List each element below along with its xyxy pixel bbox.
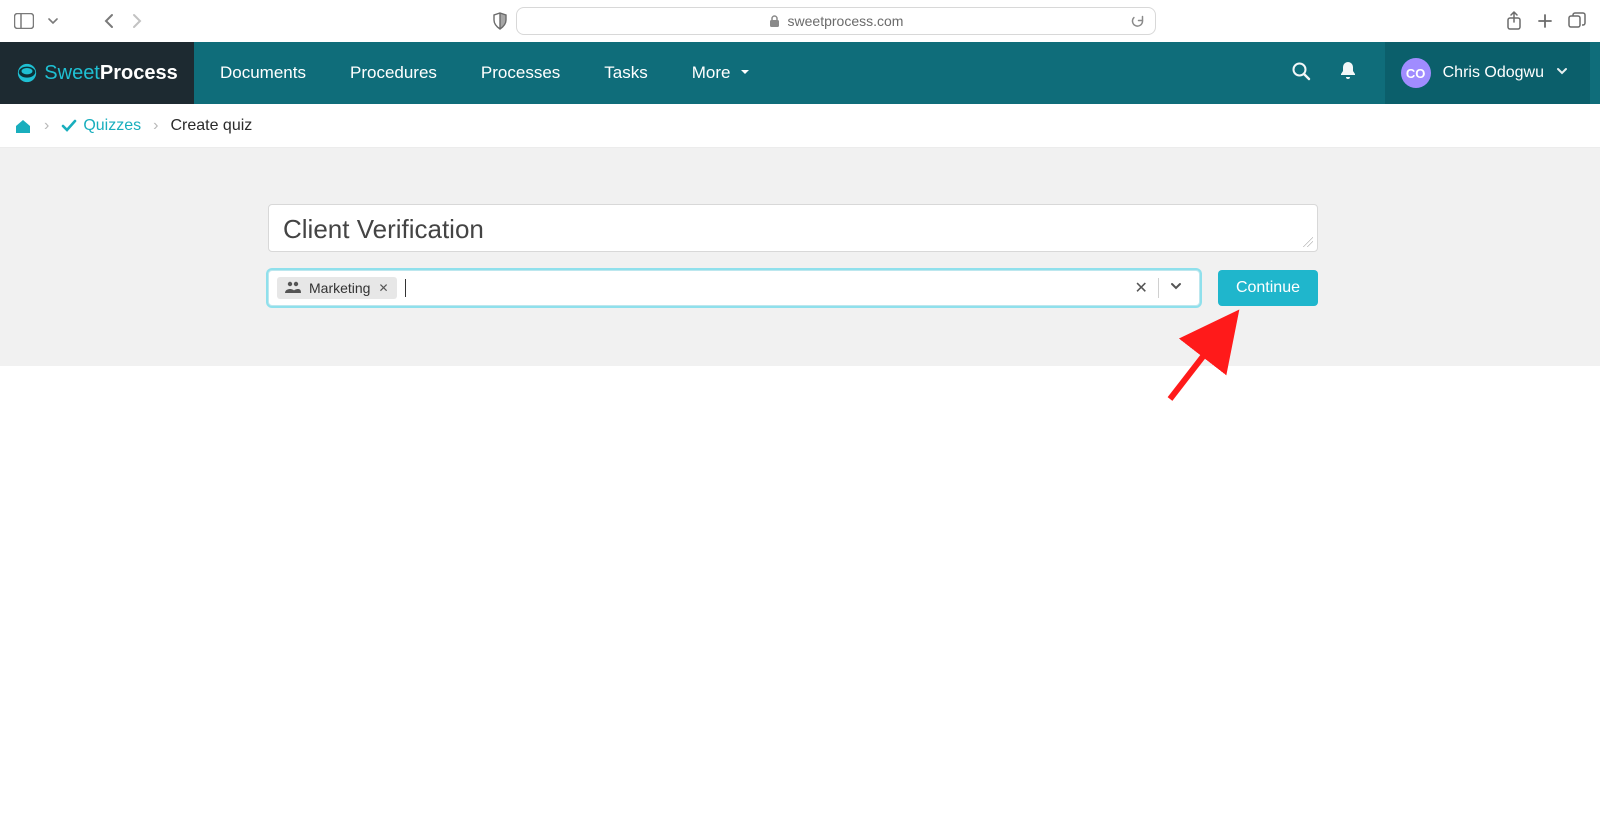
- nav-more[interactable]: More: [692, 63, 751, 83]
- nav-documents[interactable]: Documents: [220, 63, 306, 83]
- breadcrumb-current: Create quiz: [170, 117, 252, 135]
- logo-text-sweet: Sweet: [44, 62, 100, 84]
- browser-toolbar: sweetprocess.com: [0, 0, 1600, 42]
- caret-down-icon: [739, 63, 751, 83]
- user-name: Chris Odogwu: [1443, 64, 1544, 82]
- tabs-overview-icon[interactable]: [1568, 12, 1586, 30]
- team-select[interactable]: Marketing ✕ ✕: [268, 270, 1200, 306]
- nav-processes[interactable]: Processes: [481, 63, 560, 83]
- breadcrumb-sep-icon: ›: [44, 117, 49, 135]
- nav-procedures[interactable]: Procedures: [350, 63, 437, 83]
- continue-button[interactable]: Continue: [1218, 270, 1318, 306]
- logo-text-process: Process: [100, 62, 178, 84]
- tag-remove-icon[interactable]: ✕: [378, 281, 388, 295]
- avatar: CO: [1401, 58, 1431, 88]
- shield-icon[interactable]: [492, 12, 508, 30]
- lock-icon: [769, 15, 780, 28]
- home-icon: [14, 118, 32, 134]
- breadcrumb: › Quizzes › Create quiz: [0, 104, 1600, 148]
- share-icon[interactable]: [1506, 11, 1522, 31]
- breadcrumb-sep-icon: ›: [153, 117, 158, 135]
- search-icon[interactable]: [1291, 61, 1311, 86]
- page-body: Client Verification Marketing ✕ ✕: [0, 148, 1600, 366]
- logo-mark-icon: [16, 62, 38, 84]
- primary-nav: Documents Procedures Processes Tasks Mor…: [194, 42, 751, 104]
- nav-forward-icon[interactable]: [130, 13, 142, 29]
- new-tab-icon[interactable]: [1536, 12, 1554, 30]
- check-icon: [61, 119, 77, 133]
- team-icon: [285, 280, 301, 296]
- nav-tasks[interactable]: Tasks: [604, 63, 647, 83]
- chevron-down-icon[interactable]: [48, 16, 58, 26]
- nav-back-icon[interactable]: [104, 13, 116, 29]
- bell-icon[interactable]: [1339, 61, 1357, 86]
- breadcrumb-quizzes[interactable]: Quizzes: [61, 117, 141, 135]
- address-bar[interactable]: sweetprocess.com: [516, 7, 1156, 35]
- app-logo[interactable]: SweetProcess: [0, 42, 194, 104]
- address-bar-url: sweetprocess.com: [788, 13, 904, 29]
- reload-icon[interactable]: [1130, 14, 1145, 29]
- chevron-down-icon[interactable]: [1159, 279, 1193, 298]
- quiz-title-input[interactable]: Client Verification: [268, 204, 1318, 252]
- clear-icon[interactable]: ✕: [1125, 278, 1158, 298]
- app-header: SweetProcess Documents Procedures Proces…: [0, 42, 1600, 104]
- text-cursor: [405, 279, 406, 297]
- user-menu[interactable]: CO Chris Odogwu: [1385, 42, 1590, 104]
- sidebar-toggle-icon[interactable]: [14, 13, 34, 29]
- chevron-down-icon: [1556, 64, 1568, 82]
- team-tag: Marketing ✕: [277, 277, 397, 299]
- team-tag-label: Marketing: [309, 280, 370, 296]
- breadcrumb-home[interactable]: [14, 118, 32, 134]
